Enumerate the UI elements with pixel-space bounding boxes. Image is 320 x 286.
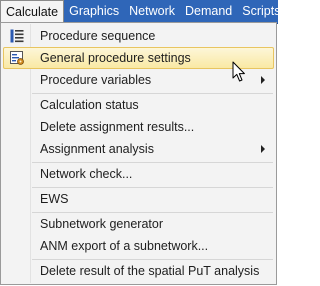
menu-window[interactable]: Wi (285, 0, 310, 23)
menu-item-subnetwork-generator[interactable]: Subnetwork generator (3, 213, 274, 235)
menu-item-label: Delete assignment results... (40, 120, 195, 134)
menu-scripts[interactable]: Scripts (237, 0, 285, 23)
menu-item-assignment-analysis[interactable]: Assignment analysis (3, 138, 274, 160)
menu-item-label: ANM export of a subnetwork... (40, 239, 209, 253)
menu-item-label: Procedure variables (40, 73, 152, 87)
menu-item-label: Assignment analysis (40, 142, 154, 156)
menu-item-label: General procedure settings (40, 51, 191, 65)
menu-item-network-check[interactable]: Network check... (3, 163, 274, 185)
menu-item-label: Delete result of the spatial PuT analysi… (40, 264, 260, 278)
menu-item-delete-spatial-put-analysis[interactable]: Delete result of the spatial PuT analysi… (3, 260, 274, 282)
menu-demand[interactable]: Demand (180, 0, 237, 23)
menu-item-anm-export-subnetwork[interactable]: ANM export of a subnetwork... (3, 235, 274, 257)
menu-bar: Calculate Graphics Network Demand Script… (0, 0, 305, 24)
menu-item-procedure-sequence[interactable]: Procedure sequence (3, 25, 274, 47)
menu-item-calculation-status[interactable]: Calculation status (3, 94, 274, 116)
menu-network[interactable]: Network (124, 0, 180, 23)
procedure-settings-icon (10, 51, 24, 65)
procedure-sequence-icon (10, 29, 24, 43)
mouse-pointer-icon (232, 61, 245, 82)
menu-item-label: EWS (40, 192, 69, 206)
menu-calculate[interactable]: Calculate (0, 0, 65, 23)
menu-graphics[interactable]: Graphics (64, 0, 124, 23)
menu-item-label: Subnetwork generator (40, 217, 163, 231)
submenu-arrow-icon (261, 145, 265, 153)
menu-item-label: Network check... (40, 167, 133, 181)
menu-item-label: Calculation status (40, 98, 139, 112)
menu-item-ews[interactable]: EWS (3, 188, 274, 210)
menu-item-delete-assignment-results[interactable]: Delete assignment results... (3, 116, 274, 138)
submenu-arrow-icon (261, 76, 265, 84)
menu-item-label: Procedure sequence (40, 29, 156, 43)
